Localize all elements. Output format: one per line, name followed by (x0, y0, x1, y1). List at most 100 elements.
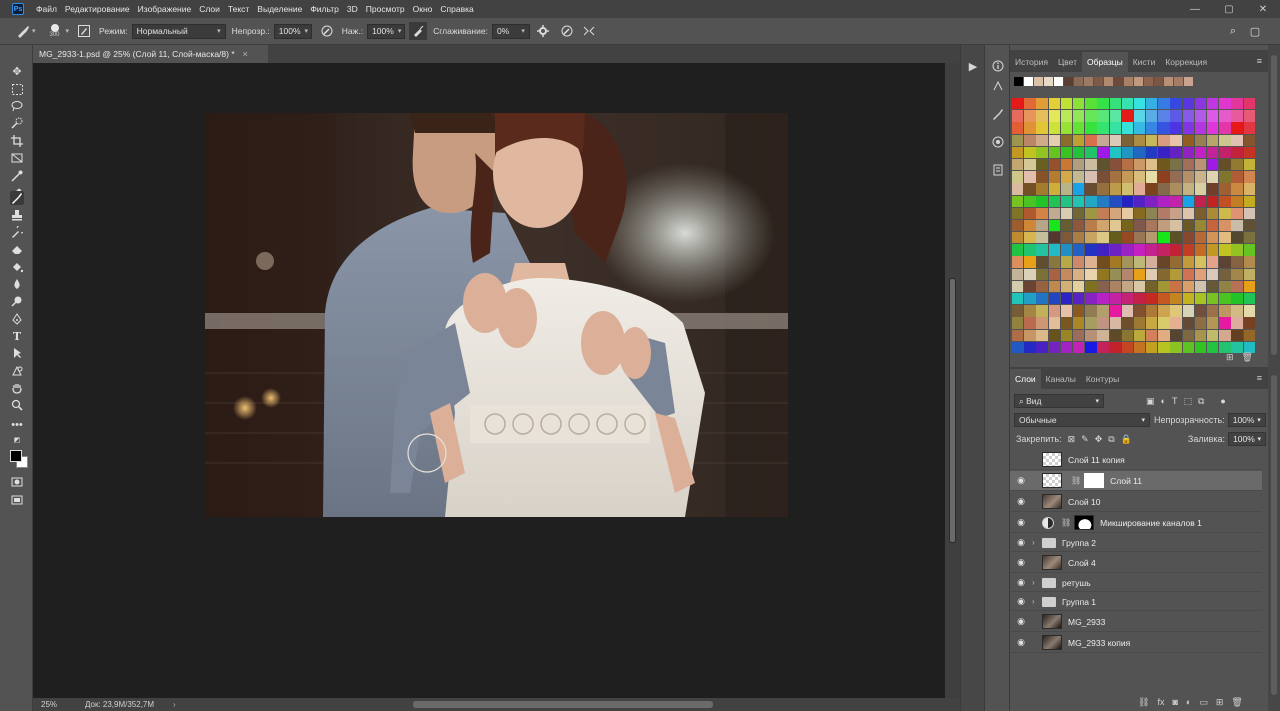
swatch[interactable] (1219, 98, 1231, 110)
chevron-right-icon[interactable]: › (1032, 538, 1042, 547)
recent-swatch[interactable] (1104, 77, 1113, 86)
layers-scrollbar-thumb[interactable] (1271, 375, 1277, 695)
swatch[interactable] (1012, 305, 1024, 317)
swatch[interactable] (1170, 329, 1182, 341)
swatch[interactable] (1036, 329, 1048, 341)
swatch[interactable] (1048, 171, 1060, 183)
layer-mask-thumbnail[interactable] (1074, 515, 1095, 530)
menu-view[interactable]: Просмотр (362, 4, 409, 14)
swatch[interactable] (1097, 146, 1109, 159)
swatch[interactable] (1085, 158, 1097, 171)
swatch[interactable] (1146, 268, 1158, 281)
swatch[interactable] (1121, 171, 1134, 183)
eye-icon[interactable]: ◉ (1010, 557, 1032, 568)
swatch[interactable] (1085, 293, 1097, 305)
swatch[interactable] (1231, 195, 1243, 207)
swatch[interactable] (1231, 146, 1243, 159)
swatch[interactable] (1182, 317, 1195, 329)
swatch[interactable] (1194, 280, 1207, 293)
swatch[interactable] (1194, 146, 1207, 159)
chevron-right-icon[interactable]: › (1032, 578, 1042, 587)
swatch[interactable] (1048, 158, 1060, 171)
swatch[interactable] (1121, 195, 1134, 207)
default-colors-icon[interactable]: ◩ (10, 433, 24, 447)
swatch[interactable] (1036, 232, 1048, 244)
swatch[interactable] (1133, 195, 1146, 207)
swatch[interactable] (1207, 317, 1219, 329)
swatch[interactable] (1219, 110, 1231, 122)
swatch[interactable] (1109, 110, 1121, 122)
menu-window[interactable]: Окно (409, 4, 437, 14)
swatch[interactable] (1085, 256, 1097, 268)
zoom-level[interactable]: 25% (33, 700, 73, 709)
frame-tool-icon[interactable] (10, 151, 24, 165)
swatch[interactable] (1048, 317, 1060, 329)
swatch[interactable] (1109, 256, 1121, 268)
swatch[interactable] (1012, 158, 1024, 171)
layer-row[interactable]: Слой 11 копия (1010, 450, 1262, 470)
swatch[interactable] (1024, 280, 1036, 293)
swatch[interactable] (1194, 341, 1207, 354)
swatch[interactable] (1036, 280, 1048, 293)
swatch[interactable] (1060, 280, 1073, 293)
menu-select[interactable]: Выделение (253, 4, 306, 14)
swatch[interactable] (1182, 244, 1195, 256)
swatch[interactable] (1146, 317, 1158, 329)
swatch[interactable] (1121, 219, 1134, 232)
layer-style-icon[interactable]: fx (1157, 697, 1164, 708)
tab-adjustments[interactable]: Коррекция (1160, 52, 1212, 72)
swatch[interactable] (1012, 244, 1024, 256)
swatch[interactable] (1012, 134, 1024, 146)
menu-image[interactable]: Изображение (134, 4, 196, 14)
swatch[interactable] (1121, 146, 1134, 159)
styles-icon[interactable] (991, 135, 1005, 149)
swatch[interactable] (1170, 110, 1182, 122)
swatch[interactable] (1231, 219, 1243, 232)
swatch[interactable] (1121, 232, 1134, 244)
swatch[interactable] (1060, 122, 1073, 134)
swatch[interactable] (1024, 329, 1036, 341)
quick-mask-icon[interactable] (10, 475, 24, 489)
menu-type[interactable]: Текст (224, 4, 253, 14)
swatch[interactable] (1170, 98, 1182, 110)
swatch[interactable] (1097, 195, 1109, 207)
swatch[interactable] (1146, 256, 1158, 268)
swatch[interactable] (1036, 122, 1048, 134)
swatch[interactable] (1133, 134, 1146, 146)
swatch[interactable] (1194, 98, 1207, 110)
crop-tool-icon[interactable] (10, 134, 24, 148)
filter-shape-icon[interactable]: ⬚ (1183, 396, 1192, 407)
brush-size-picker[interactable]: 300 (44, 20, 66, 42)
menu-3d[interactable]: 3D (343, 4, 362, 14)
swatch[interactable] (1072, 268, 1085, 281)
swatch[interactable] (1048, 305, 1060, 317)
swatch[interactable] (1207, 171, 1219, 183)
swatch[interactable] (1231, 134, 1243, 146)
swatch[interactable] (1024, 183, 1036, 195)
swatch[interactable] (1109, 317, 1121, 329)
swatch[interactable] (1085, 183, 1097, 195)
tab-swatches[interactable]: Образцы (1082, 52, 1128, 72)
swatch[interactable] (1146, 329, 1158, 341)
swatch[interactable] (1170, 232, 1182, 244)
swatch[interactable] (1231, 158, 1243, 171)
tab-channels[interactable]: Каналы (1041, 369, 1081, 389)
swatch[interactable] (1024, 207, 1036, 220)
swatch[interactable] (1170, 293, 1182, 305)
blend-mode-select[interactable]: Нормальный ▾ (131, 23, 226, 39)
swatch[interactable] (1158, 280, 1170, 293)
swatch[interactable] (1097, 317, 1109, 329)
swatch[interactable] (1243, 244, 1255, 256)
swatch[interactable] (1194, 329, 1207, 341)
swatch[interactable] (1036, 293, 1048, 305)
swatch[interactable] (1219, 293, 1231, 305)
swatch[interactable] (1194, 219, 1207, 232)
swatch[interactable] (1194, 317, 1207, 329)
swatch[interactable] (1024, 268, 1036, 281)
swatch[interactable] (1133, 329, 1146, 341)
swatch[interactable] (1097, 171, 1109, 183)
layer-opacity-input[interactable]: 100% ▾ (1227, 413, 1266, 427)
swatch[interactable] (1231, 207, 1243, 220)
recent-swatch[interactable] (1184, 77, 1193, 86)
swatch[interactable] (1158, 171, 1170, 183)
